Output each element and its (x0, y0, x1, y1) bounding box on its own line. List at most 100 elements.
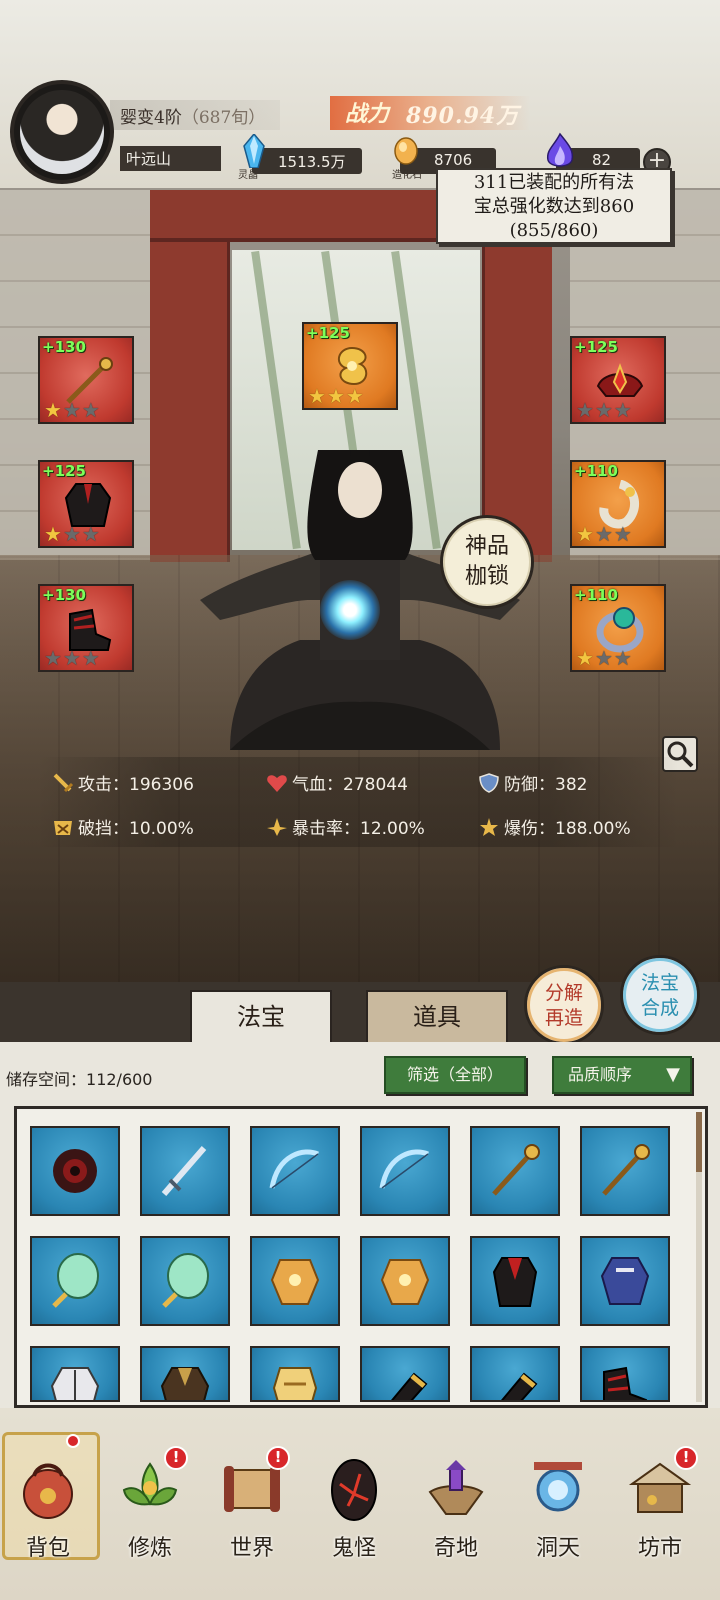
combat-power-value: 890.94万 (406, 103, 520, 129)
notification-dot (66, 1434, 80, 1448)
inventory-item[interactable] (30, 1346, 120, 1402)
star-empty-icon: ★ (613, 646, 633, 670)
treasure-synthesis-button[interactable]: 法宝 合成 (620, 955, 700, 1035)
inventory-item[interactable] (470, 1346, 560, 1402)
stat-hp: 气血：278044 (266, 770, 408, 795)
stat-value: 382 (555, 775, 588, 795)
equip-slot-right-2[interactable]: +110 ★★★ (570, 460, 666, 548)
star-empty-icon: ★ (62, 646, 82, 670)
stat-defense: 防御：382 (478, 770, 587, 795)
inventory-item[interactable] (30, 1236, 120, 1326)
jade-fan-icon (154, 1250, 216, 1312)
inventory-item[interactable] (580, 1236, 670, 1326)
golden-armor-icon (264, 1250, 326, 1312)
star-empty-icon: ★ (594, 522, 614, 546)
equip-slot-left-2[interactable]: +125 ★★★ (38, 460, 134, 548)
inventory-item[interactable] (250, 1236, 340, 1326)
stat-value: 278044 (343, 775, 408, 795)
stat-label: 气血： (292, 775, 343, 795)
storage-label: 储存空间： (6, 1070, 87, 1089)
nav-item-bag[interactable]: 背包 (0, 1432, 96, 1582)
equip-slot-center[interactable]: +125 ★★★ (302, 322, 398, 410)
gold-chestplate-icon (264, 1360, 326, 1400)
filter-dropdown[interactable]: 筛选（全部） (384, 1056, 526, 1094)
star-rating: ★★★ (44, 524, 101, 544)
stat-crit-rate: 暴击率：12.00% (266, 814, 425, 839)
avatar-portrait (20, 90, 104, 174)
demon-egg-icon (320, 1454, 388, 1522)
scrollbar-thumb[interactable] (696, 1112, 702, 1172)
white-armor-icon (44, 1360, 106, 1400)
decompose-remake-button[interactable]: 分解 再造 (524, 965, 604, 1045)
spirit-crystal-label: 灵晶 (238, 170, 258, 181)
sort-dropdown[interactable]: 品质顺序 ▼ (552, 1056, 692, 1094)
nav-label: 坊市 (637, 1536, 682, 1561)
inventory-item[interactable] (360, 1126, 450, 1216)
equip-slot-right-3[interactable]: +110 ★★★ (570, 584, 666, 672)
stat-value: 188.00% (555, 819, 631, 839)
stat-label: 破挡： (78, 819, 129, 839)
equip-slot-right-1[interactable]: +125 ★★★ (570, 336, 666, 424)
inventory-item[interactable] (140, 1236, 230, 1326)
floating-island-icon (422, 1454, 490, 1522)
nav-item-lotus[interactable]: 修炼! (102, 1432, 198, 1582)
inventory-item[interactable] (250, 1126, 340, 1216)
quest-line-1: 311已装配的所有法 (473, 172, 635, 193)
star-empty-icon: ★ (594, 398, 614, 422)
inventory-item[interactable] (360, 1236, 450, 1326)
heart-icon (266, 773, 288, 793)
star-empty-icon: ★ (576, 398, 595, 422)
inventory-item[interactable] (250, 1346, 340, 1402)
star-rating: ★★★ (576, 648, 633, 668)
blue-robe-icon (594, 1250, 656, 1312)
star-empty-icon: ★ (62, 398, 82, 422)
equip-level: +130 (42, 338, 86, 356)
star-empty-icon: ★ (613, 398, 633, 422)
inventory-item[interactable] (360, 1346, 450, 1402)
realm-age: （687旬） (181, 108, 266, 128)
inventory-item[interactable] (140, 1346, 230, 1402)
stat-break-block: 破挡：10.00% (52, 814, 194, 839)
nav-item-market-stall[interactable]: 坊市! (612, 1432, 708, 1582)
inventory-item[interactable] (140, 1126, 230, 1216)
inventory-item[interactable] (470, 1126, 560, 1216)
star-empty-icon: ★ (594, 646, 614, 670)
nav-item-scroll-map[interactable]: 世界! (204, 1432, 300, 1582)
stat-value: 196306 (129, 775, 194, 795)
jade-fan-icon (44, 1250, 106, 1312)
inventory-item[interactable] (580, 1346, 670, 1402)
quest-banner[interactable]: 311已装配的所有法 宝总强化数达到860 (855/860) (436, 168, 672, 244)
equip-slot-left-1[interactable]: +130 ★★★ (38, 336, 134, 424)
golden-staff-icon (594, 1140, 656, 1202)
stat-crit-damage: 爆伤：188.00% (478, 814, 631, 839)
tab-items[interactable]: 道具 (366, 990, 508, 1044)
inventory-item[interactable] (580, 1126, 670, 1216)
equip-level: +125 (306, 324, 350, 342)
nav-item-floating-island[interactable]: 奇地 (408, 1432, 504, 1582)
tab-bar (0, 982, 720, 1042)
synth-line-1: 法宝 (640, 972, 679, 994)
player-avatar[interactable] (10, 80, 114, 184)
bag-icon (14, 1454, 82, 1522)
nav-item-portal[interactable]: 洞天 (510, 1432, 606, 1582)
divine-shackle-badge[interactable]: 神品 枷锁 (440, 515, 534, 609)
inventory-item[interactable] (470, 1236, 560, 1326)
synth-line-2: 合成 (640, 997, 679, 1019)
alert-badge: ! (266, 1446, 290, 1470)
nav-item-demon-egg[interactable]: 鬼怪 (306, 1432, 402, 1582)
tab-treasure[interactable]: 法宝 (190, 990, 332, 1044)
flying-sword-icon (154, 1140, 216, 1202)
creation-stone-label: 造化石 (392, 170, 422, 181)
stat-label: 暴击率： (292, 819, 360, 839)
crit-rate-icon (266, 817, 288, 837)
equip-slot-left-3[interactable]: +130 ★★★ (38, 584, 134, 672)
alert-badge: ! (674, 1446, 698, 1470)
inventory-item[interactable] (30, 1126, 120, 1216)
crit-damage-icon (478, 817, 500, 837)
alert-badge: ! (164, 1446, 188, 1470)
star-filled-icon: ★ (576, 522, 595, 546)
creation-stone-icon (392, 136, 420, 170)
star-rating: ★★★ (576, 400, 633, 420)
star-empty-icon: ★ (62, 522, 82, 546)
sort-label: 品质顺序 (568, 1065, 633, 1084)
